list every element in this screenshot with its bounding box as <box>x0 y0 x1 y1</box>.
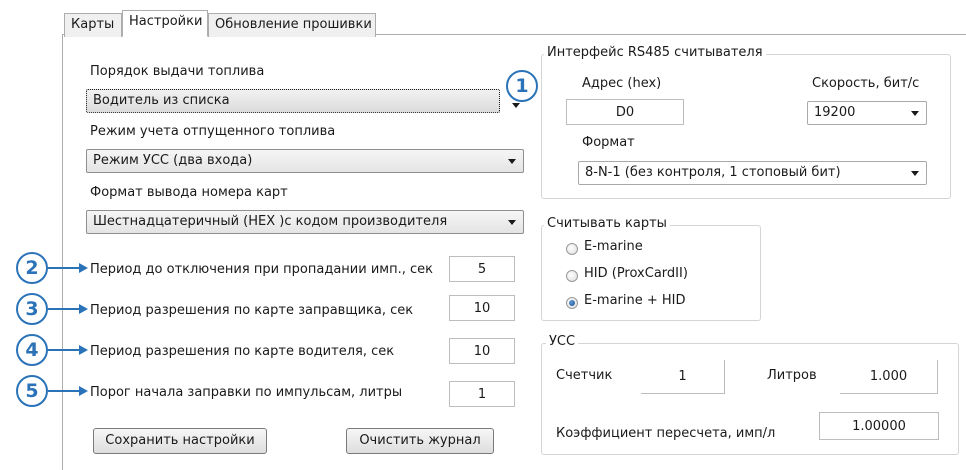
coef-label: Коэффициент пересчета, имп/л <box>556 426 776 441</box>
callout-5: 5 <box>16 375 48 407</box>
format-select[interactable]: 8-N-1 (без контроля, 1 стоповый бит) <box>578 161 927 185</box>
callout-3: 3 <box>16 293 48 325</box>
save-settings-button[interactable]: Сохранить настройки <box>93 428 267 454</box>
card-format-label: Формат вывода номера карт <box>90 185 288 200</box>
address-input[interactable] <box>566 99 684 125</box>
fuel-accounting-label: Режим учета отпущенного топлива <box>90 124 336 139</box>
callout-1: 1 <box>506 70 538 102</box>
radio-label-hid: HID (ProxCardII) <box>584 266 688 281</box>
rs485-group-title: Интерфейс RS485 считывателя <box>544 45 766 60</box>
uss-group-title: УСС <box>546 334 579 349</box>
fuel-accounting-select[interactable]: Режим УСС (два входа) <box>86 149 524 173</box>
chevron-down-icon[interactable] <box>512 103 520 108</box>
speed-select[interactable]: 19200 <box>807 101 927 125</box>
radio-label-e-marine-hid: E-marine + HID <box>584 293 686 308</box>
clear-log-button[interactable]: Очистить журнал <box>346 428 494 454</box>
tab-label: Настройки <box>129 14 203 29</box>
speed-label: Скорость, бит/с <box>812 76 920 91</box>
arrow-right-icon <box>79 263 88 273</box>
chevron-down-icon <box>508 220 516 225</box>
card-format-value: Шестнадцатеричный (HEX )с кодом производ… <box>93 214 448 229</box>
tab-label: Обновление прошивки <box>215 17 372 32</box>
tab-firmware-update[interactable]: Обновление прошивки <box>208 13 376 37</box>
tab-settings[interactable]: Настройки <box>122 10 208 37</box>
counter-value: 1 <box>641 360 725 394</box>
format-label: Формат <box>582 135 635 150</box>
address-label: Адрес (hex) <box>582 76 662 91</box>
coef-input[interactable] <box>819 412 939 440</box>
counter-label: Счетчик <box>556 368 613 383</box>
period-driver-input[interactable] <box>449 338 515 364</box>
fuel-order-label: Порядок выдачи топлива <box>90 64 265 79</box>
threshold-input[interactable] <box>449 381 515 407</box>
arrow-right-icon <box>79 386 88 396</box>
radio-e-marine[interactable] <box>566 243 578 255</box>
callout-5-arrow <box>48 390 80 392</box>
period-disconnect-input[interactable] <box>449 256 515 282</box>
radio-e-marine-hid[interactable] <box>566 297 578 309</box>
callout-3-arrow <box>48 308 80 310</box>
callout-4: 4 <box>16 334 48 366</box>
radio-hid[interactable] <box>566 270 578 282</box>
period-label-fueler: Период разрешения по карте заправщика, с… <box>90 303 414 318</box>
callout-2: 2 <box>16 252 48 284</box>
fuel-accounting-value: Режим УСС (два входа) <box>93 153 253 168</box>
fuel-order-select[interactable]: Водитель из списка <box>86 89 500 113</box>
period-label-threshold: Порог начала заправки по импульсам, литр… <box>90 385 403 400</box>
callout-4-arrow <box>48 349 80 351</box>
radio-label-e-marine: E-marine <box>584 239 643 254</box>
liters-value: 1.000 <box>840 360 938 394</box>
callout-2-arrow <box>48 267 80 269</box>
tab-cards[interactable]: Карты <box>64 13 122 37</box>
period-label-disconnect: Период до отключения при пропадании имп.… <box>90 262 433 277</box>
chevron-down-icon <box>508 159 516 164</box>
chevron-down-icon <box>911 171 919 176</box>
speed-value: 19200 <box>814 105 856 120</box>
period-label-driver: Период разрешения по карте водителя, сек <box>90 344 395 359</box>
arrow-right-icon <box>79 304 88 314</box>
chevron-down-icon <box>911 111 919 116</box>
period-fueler-input[interactable] <box>449 295 515 321</box>
arrow-right-icon <box>79 345 88 355</box>
format-value: 8-N-1 (без контроля, 1 стоповый бит) <box>585 165 841 180</box>
card-format-select[interactable]: Шестнадцатеричный (HEX )с кодом производ… <box>86 210 524 234</box>
read-cards-group-title: Считывать карты <box>544 216 670 231</box>
tab-label: Карты <box>71 17 115 32</box>
liters-label: Литров <box>767 368 817 383</box>
fuel-order-value: Водитель из списка <box>93 93 230 108</box>
